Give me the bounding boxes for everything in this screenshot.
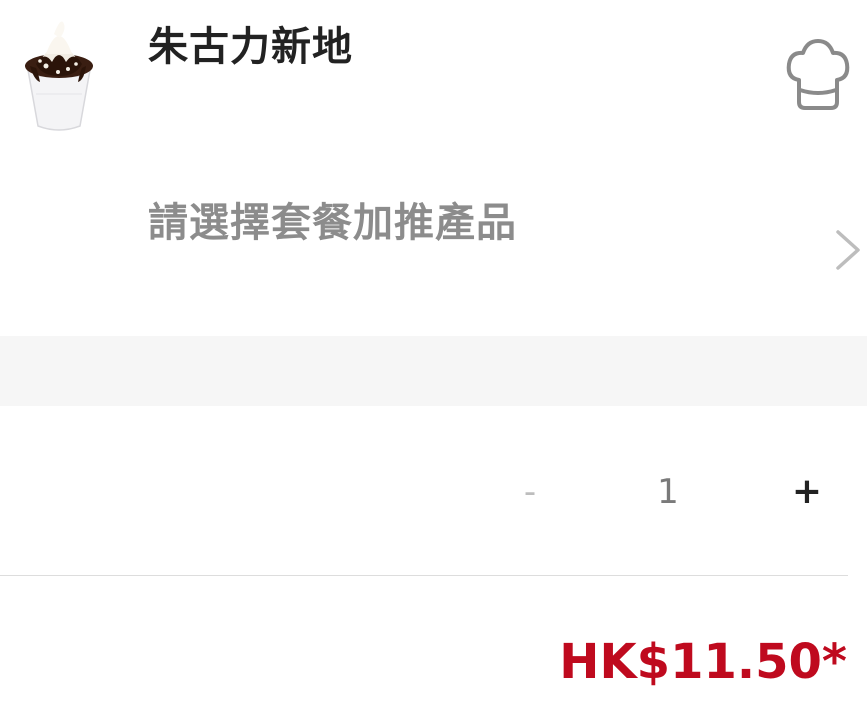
- addon-label: 請選擇套餐加推產品: [148, 200, 517, 246]
- product-image: [16, 14, 102, 134]
- chef-hat-icon[interactable]: [783, 38, 853, 112]
- quantity-increase-button[interactable]: +: [784, 460, 830, 524]
- price-total: HK$11.50*: [559, 634, 847, 690]
- section-divider: [0, 336, 867, 406]
- product-name: 朱古力新地: [148, 24, 353, 70]
- chevron-right-icon: [833, 228, 863, 272]
- quantity-value: 1: [657, 472, 679, 512]
- quantity-decrease-button[interactable]: -: [510, 460, 550, 524]
- row-divider: [0, 575, 848, 576]
- addon-selector-row[interactable]: 請選擇套餐加推產品: [0, 170, 867, 320]
